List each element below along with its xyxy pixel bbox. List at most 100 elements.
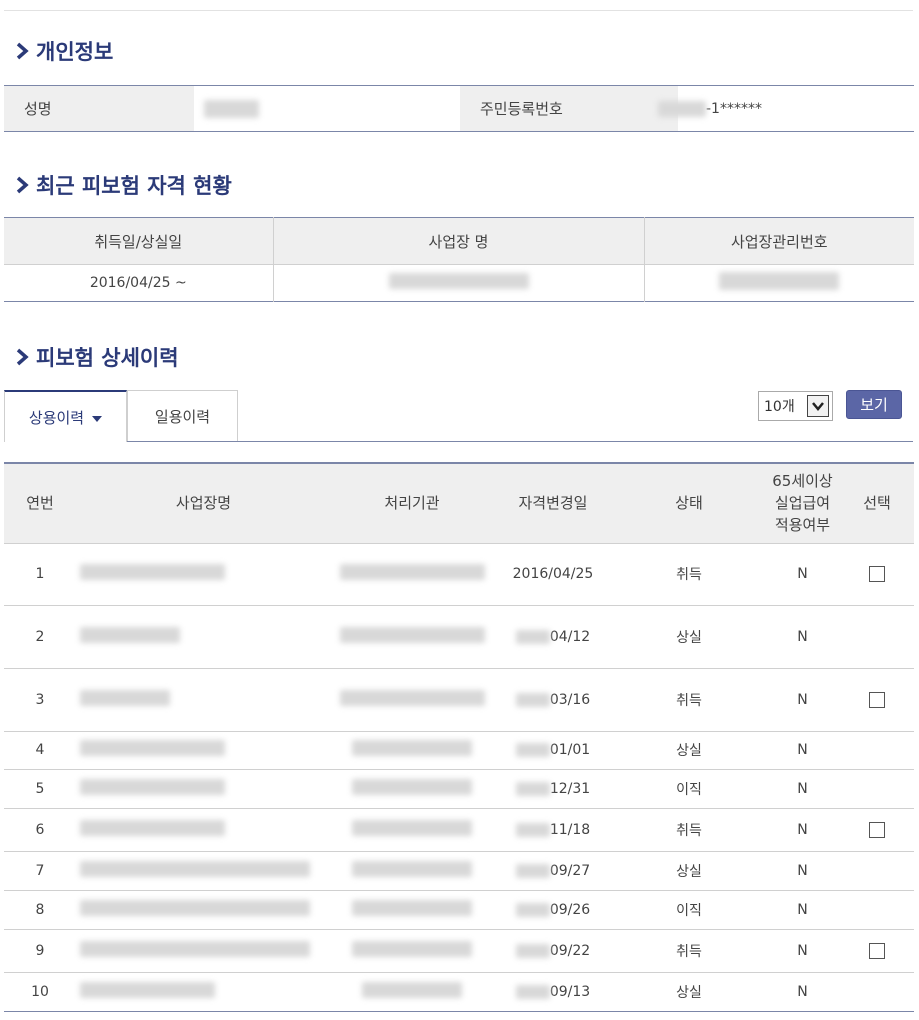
- unemployment-flag: N: [765, 730, 840, 769]
- table-row: 3 03/16 취득 N: [4, 667, 914, 731]
- redacted-workplace: [388, 273, 529, 289]
- row-select-checkbox[interactable]: [869, 566, 885, 582]
- status: 취득: [613, 542, 765, 605]
- change-date: 09/27: [493, 850, 613, 890]
- section-title-text: 최근 피보험 자격 현황: [36, 174, 232, 198]
- col-header: 연번: [4, 463, 76, 543]
- change-date: 03/16: [493, 667, 613, 731]
- workplace-name: [76, 604, 331, 668]
- chevron-right-icon: [16, 176, 29, 194]
- change-date: 09/22: [493, 928, 613, 972]
- workplace-name: [76, 807, 331, 851]
- history-table: 연번 사업장명 처리기관 자격변경일 상태 65세이상 실업급여 적용여부 선택…: [4, 462, 914, 1012]
- unemployment-flag: N: [765, 928, 840, 972]
- processing-agency: [331, 542, 493, 605]
- select-cell: [840, 667, 914, 731]
- col-header: 취득일/상실일: [4, 217, 273, 265]
- select-cell: [840, 604, 914, 668]
- unemployment-flag: N: [765, 971, 840, 1011]
- table-row: 9 09/22 취득 N: [4, 928, 914, 972]
- redacted-agency: [339, 689, 485, 706]
- processing-agency: [331, 928, 493, 972]
- tab-daily-history[interactable]: 일용이력: [127, 390, 238, 442]
- unemployment-flag: N: [765, 667, 840, 731]
- name-label: 성명: [4, 86, 194, 131]
- redacted-rrn: [658, 100, 706, 117]
- redacted-name: [204, 99, 259, 118]
- redacted-agency: [352, 940, 472, 957]
- redacted-agency: [362, 981, 462, 998]
- workplace-name: [76, 768, 331, 808]
- redacted-agency: [352, 860, 472, 877]
- redacted-workplace-id: [719, 272, 840, 290]
- col-header-unemployment: 65세이상 실업급여 적용여부: [765, 463, 840, 543]
- workplace-name: [76, 889, 331, 929]
- page-size-select[interactable]: 10개: [758, 391, 833, 421]
- recent-status-table: 취득일/상실일 사업장 명 사업장관리번호 2016/04/25 ~: [4, 217, 914, 302]
- select-cell: [840, 542, 914, 605]
- history-tabs: 상용이력 일용이력: [4, 390, 238, 442]
- unemployment-flag: N: [765, 807, 840, 851]
- row-select-checkbox[interactable]: [869, 691, 885, 708]
- redacted-workplace: [80, 860, 310, 877]
- col-header: 사업장 명: [272, 217, 644, 265]
- workplace-name: [76, 928, 331, 972]
- change-date: 04/12: [493, 604, 613, 668]
- row-number: 8: [4, 889, 76, 929]
- tab-regular-history[interactable]: 상용이력: [4, 390, 127, 442]
- view-button[interactable]: 보기: [846, 390, 902, 419]
- col-header: 자격변경일: [493, 463, 613, 543]
- select-cell: [840, 971, 914, 1011]
- name-value: [200, 86, 462, 131]
- status: 취득: [613, 807, 765, 851]
- status: 이직: [613, 889, 765, 929]
- col-header: 처리기관: [331, 463, 493, 543]
- redacted-year: [515, 943, 550, 958]
- redacted-year: [515, 902, 550, 917]
- top-divider: [4, 10, 913, 11]
- redacted-year: [515, 629, 550, 644]
- select-cell: [840, 730, 914, 769]
- unemployment-flag: N: [765, 542, 840, 605]
- row-number: 2: [4, 604, 76, 668]
- redacted-agency: [352, 899, 472, 916]
- caret-down-icon: [92, 416, 103, 422]
- row-select-checkbox[interactable]: [869, 821, 885, 838]
- row-number: 1: [4, 542, 76, 605]
- personal-info-table: 성명 주민등록번호 -1******: [4, 85, 914, 132]
- processing-agency: [331, 604, 493, 668]
- chevron-down-icon[interactable]: [807, 395, 829, 417]
- redacted-agency: [352, 778, 472, 795]
- table-row: 2016/04/25 ~: [4, 264, 914, 302]
- status: 취득: [613, 928, 765, 972]
- redacted-workplace: [80, 940, 310, 957]
- unemployment-flag: N: [765, 604, 840, 668]
- table-row: 10 09/13 상실 N: [4, 971, 914, 1011]
- processing-agency: [331, 889, 493, 929]
- page-size-value: 10개: [764, 399, 795, 415]
- rrn-suffix: -1******: [706, 100, 762, 117]
- row-number: 9: [4, 928, 76, 972]
- table-row: 7 09/27 상실 N: [4, 850, 914, 890]
- col-header: 상태: [613, 463, 765, 543]
- table-row: 2 04/12 상실 N: [4, 604, 914, 668]
- unemployment-flag: N: [765, 850, 840, 890]
- processing-agency: [331, 850, 493, 890]
- table-row: 6 11/18 취득 N: [4, 807, 914, 851]
- workplace-name: [76, 667, 331, 731]
- rrn-value: -1******: [658, 86, 908, 131]
- status: 상실: [613, 730, 765, 769]
- row-number: 10: [4, 971, 76, 1011]
- redacted-year: [515, 781, 550, 796]
- col-header: 선택: [840, 463, 914, 543]
- table-row: 4 01/01 상실 N: [4, 730, 914, 769]
- redacted-workplace: [80, 689, 170, 706]
- select-cell: [840, 928, 914, 972]
- redacted-year: [515, 984, 550, 999]
- tab-divider: [127, 441, 913, 442]
- status: 상실: [613, 604, 765, 668]
- row-select-checkbox[interactable]: [869, 942, 885, 959]
- select-cell: [840, 889, 914, 929]
- row-number: 4: [4, 730, 76, 769]
- redacted-workplace: [80, 564, 225, 580]
